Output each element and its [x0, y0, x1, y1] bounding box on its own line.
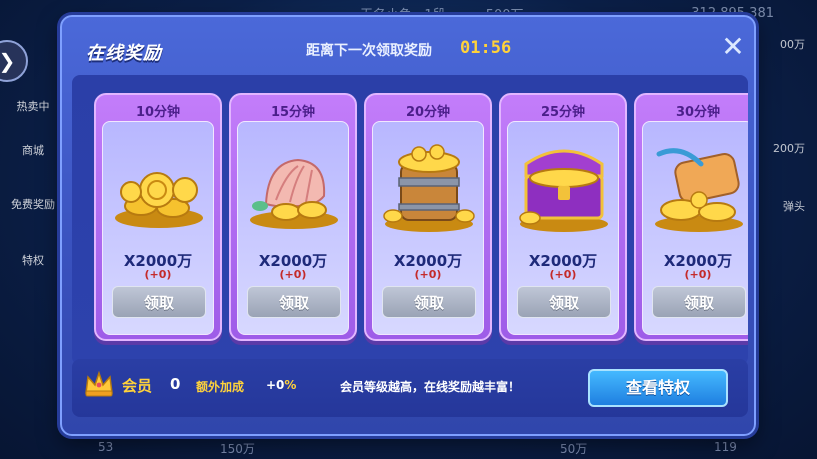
reward-bonus: (+0) [414, 268, 442, 281]
member-bar: 会员 0 额外加成 +0% 会员等级越高，在线奖励越丰富！ 查看特权 [72, 359, 748, 417]
extra-bonus-label: 额外加成 [196, 380, 245, 394]
bottom-right-value: 119 [714, 440, 737, 454]
reward-card-30min: 30分钟 X2000万 (+0) 领取 [634, 93, 748, 341]
card-time-label: 30分钟 [675, 105, 721, 120]
dialog-header: 在线奖励 距离下一次领取奖励 01:56 ✕ [62, 17, 754, 81]
view-privileges-button[interactable]: 查看特权 [588, 369, 728, 407]
member-hint-text: 会员等级越高，在线奖励越丰富！ [340, 380, 521, 394]
member-level: 0 [170, 375, 181, 393]
background-bottom-bar: 53 150万 50万 119 [0, 437, 817, 459]
online-reward-dialog: 在线奖励 距离下一次领取奖励 01:56 ✕ 10分钟 X2000万 (+0) … [60, 15, 756, 436]
reward-cards-panel: 10分钟 X2000万 (+0) 领取 15分钟 X2000万 (+0) 领取 … [72, 75, 748, 365]
bottom-mid-value-1: 150万 [220, 442, 255, 456]
left-rail-item-hot[interactable]: 热卖中 [8, 98, 58, 114]
bottom-left-value: 53 [98, 440, 114, 454]
reward-bonus: (+0) [549, 268, 577, 281]
reward-bonus: (+0) [144, 268, 172, 281]
card-body: X2000万 (+0) 领取 [102, 121, 214, 335]
reward-card-20min: 20分钟 X2000万 (+0) 领取 [364, 93, 492, 341]
dialog-title: 在线奖励 [86, 43, 162, 64]
claim-button[interactable]: 领取 [112, 286, 206, 318]
card-time-label: 10分钟 [135, 105, 181, 120]
left-arrow-button[interactable]: ❯ [0, 40, 28, 82]
coin-barrel-icon [383, 144, 475, 232]
card-time-label: 25分钟 [540, 105, 586, 120]
right-rail-item[interactable]: 弹头 [783, 198, 805, 214]
left-rail-item-free-reward[interactable]: 免费奖励 [8, 196, 58, 212]
card-time-label: 15分钟 [270, 105, 316, 120]
claim-button[interactable]: 领取 [382, 286, 476, 318]
reward-cards: 10分钟 X2000万 (+0) 领取 15分钟 X2000万 (+0) 领取 … [78, 93, 748, 359]
claim-button[interactable]: 领取 [247, 286, 341, 318]
bottom-mid-value-2: 50万 [560, 442, 588, 456]
reward-bonus: (+0) [279, 268, 307, 281]
treasure-chest-icon [519, 149, 608, 232]
reward-card-25min: 25分钟 X2000万 (+0) 领取 [499, 93, 627, 341]
treasure-map-icon [655, 148, 743, 232]
member-label: 会员 [122, 377, 153, 395]
reward-card-15min: 15分钟 X2000万 (+0) 领取 [229, 93, 357, 341]
card-body: X2000万 (+0) 领取 [372, 121, 484, 335]
crown-icon [85, 371, 113, 397]
right-rail-value-1: 00万 [780, 38, 805, 51]
shell-coins-icon [250, 158, 338, 229]
countdown-timer: 01:56 [460, 38, 512, 58]
card-body: X2000万 (+0) 领取 [507, 121, 619, 335]
countdown-label: 距离下一次领取奖励 [306, 43, 432, 59]
coin-pile-icon [115, 172, 203, 228]
claim-button[interactable]: 领取 [652, 286, 746, 318]
card-time-label: 20分钟 [405, 105, 451, 120]
extra-bonus-value: +0% [266, 378, 297, 392]
reward-card-10min: 10分钟 X2000万 (+0) 领取 [94, 93, 222, 341]
right-rail-value-2: 200万 [773, 142, 805, 155]
card-body: X2000万 (+0) 领取 [237, 121, 349, 335]
close-icon[interactable]: ✕ [718, 32, 748, 62]
left-rail-item-privilege[interactable]: 特权 [8, 252, 58, 268]
card-body: X2000万 (+0) 领取 [642, 121, 748, 335]
claim-button[interactable]: 领取 [517, 286, 611, 318]
reward-bonus: (+0) [684, 268, 712, 281]
left-rail-item-shop[interactable]: 商城 [8, 142, 58, 158]
